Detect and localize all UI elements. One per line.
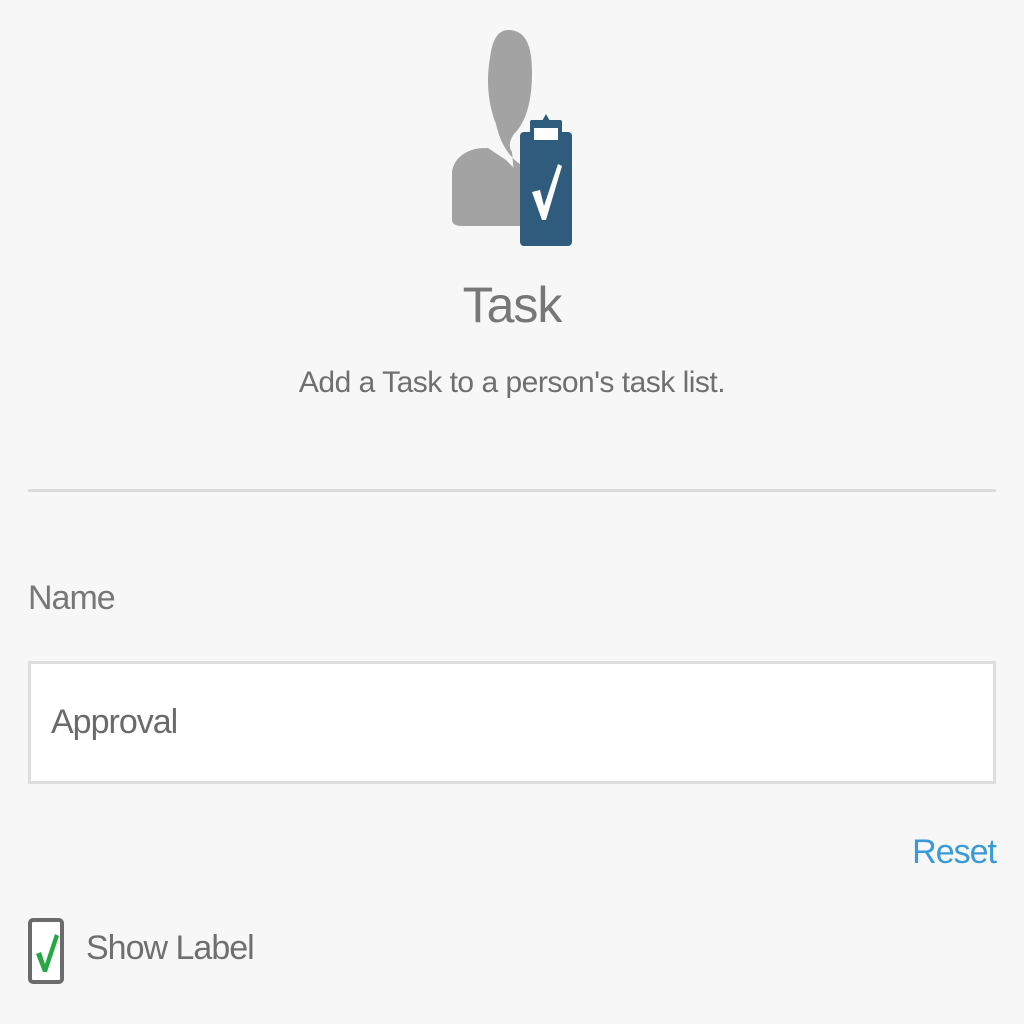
task-person-clipboard-icon bbox=[448, 24, 578, 249]
checkmark-icon bbox=[36, 934, 59, 972]
task-properties-panel: Task Add a Task to a person's task list.… bbox=[0, 0, 1024, 1024]
section-divider bbox=[28, 489, 996, 492]
reset-link[interactable]: Reset bbox=[912, 833, 997, 872]
show-label-checkbox[interactable] bbox=[28, 918, 64, 984]
name-field-label: Name bbox=[28, 579, 116, 617]
component-description: Add a Task to a person's task list. bbox=[298, 366, 726, 399]
component-title: Task bbox=[462, 277, 563, 333]
show-label-text[interactable]: Show Label bbox=[86, 929, 255, 968]
name-input[interactable] bbox=[28, 661, 996, 784]
